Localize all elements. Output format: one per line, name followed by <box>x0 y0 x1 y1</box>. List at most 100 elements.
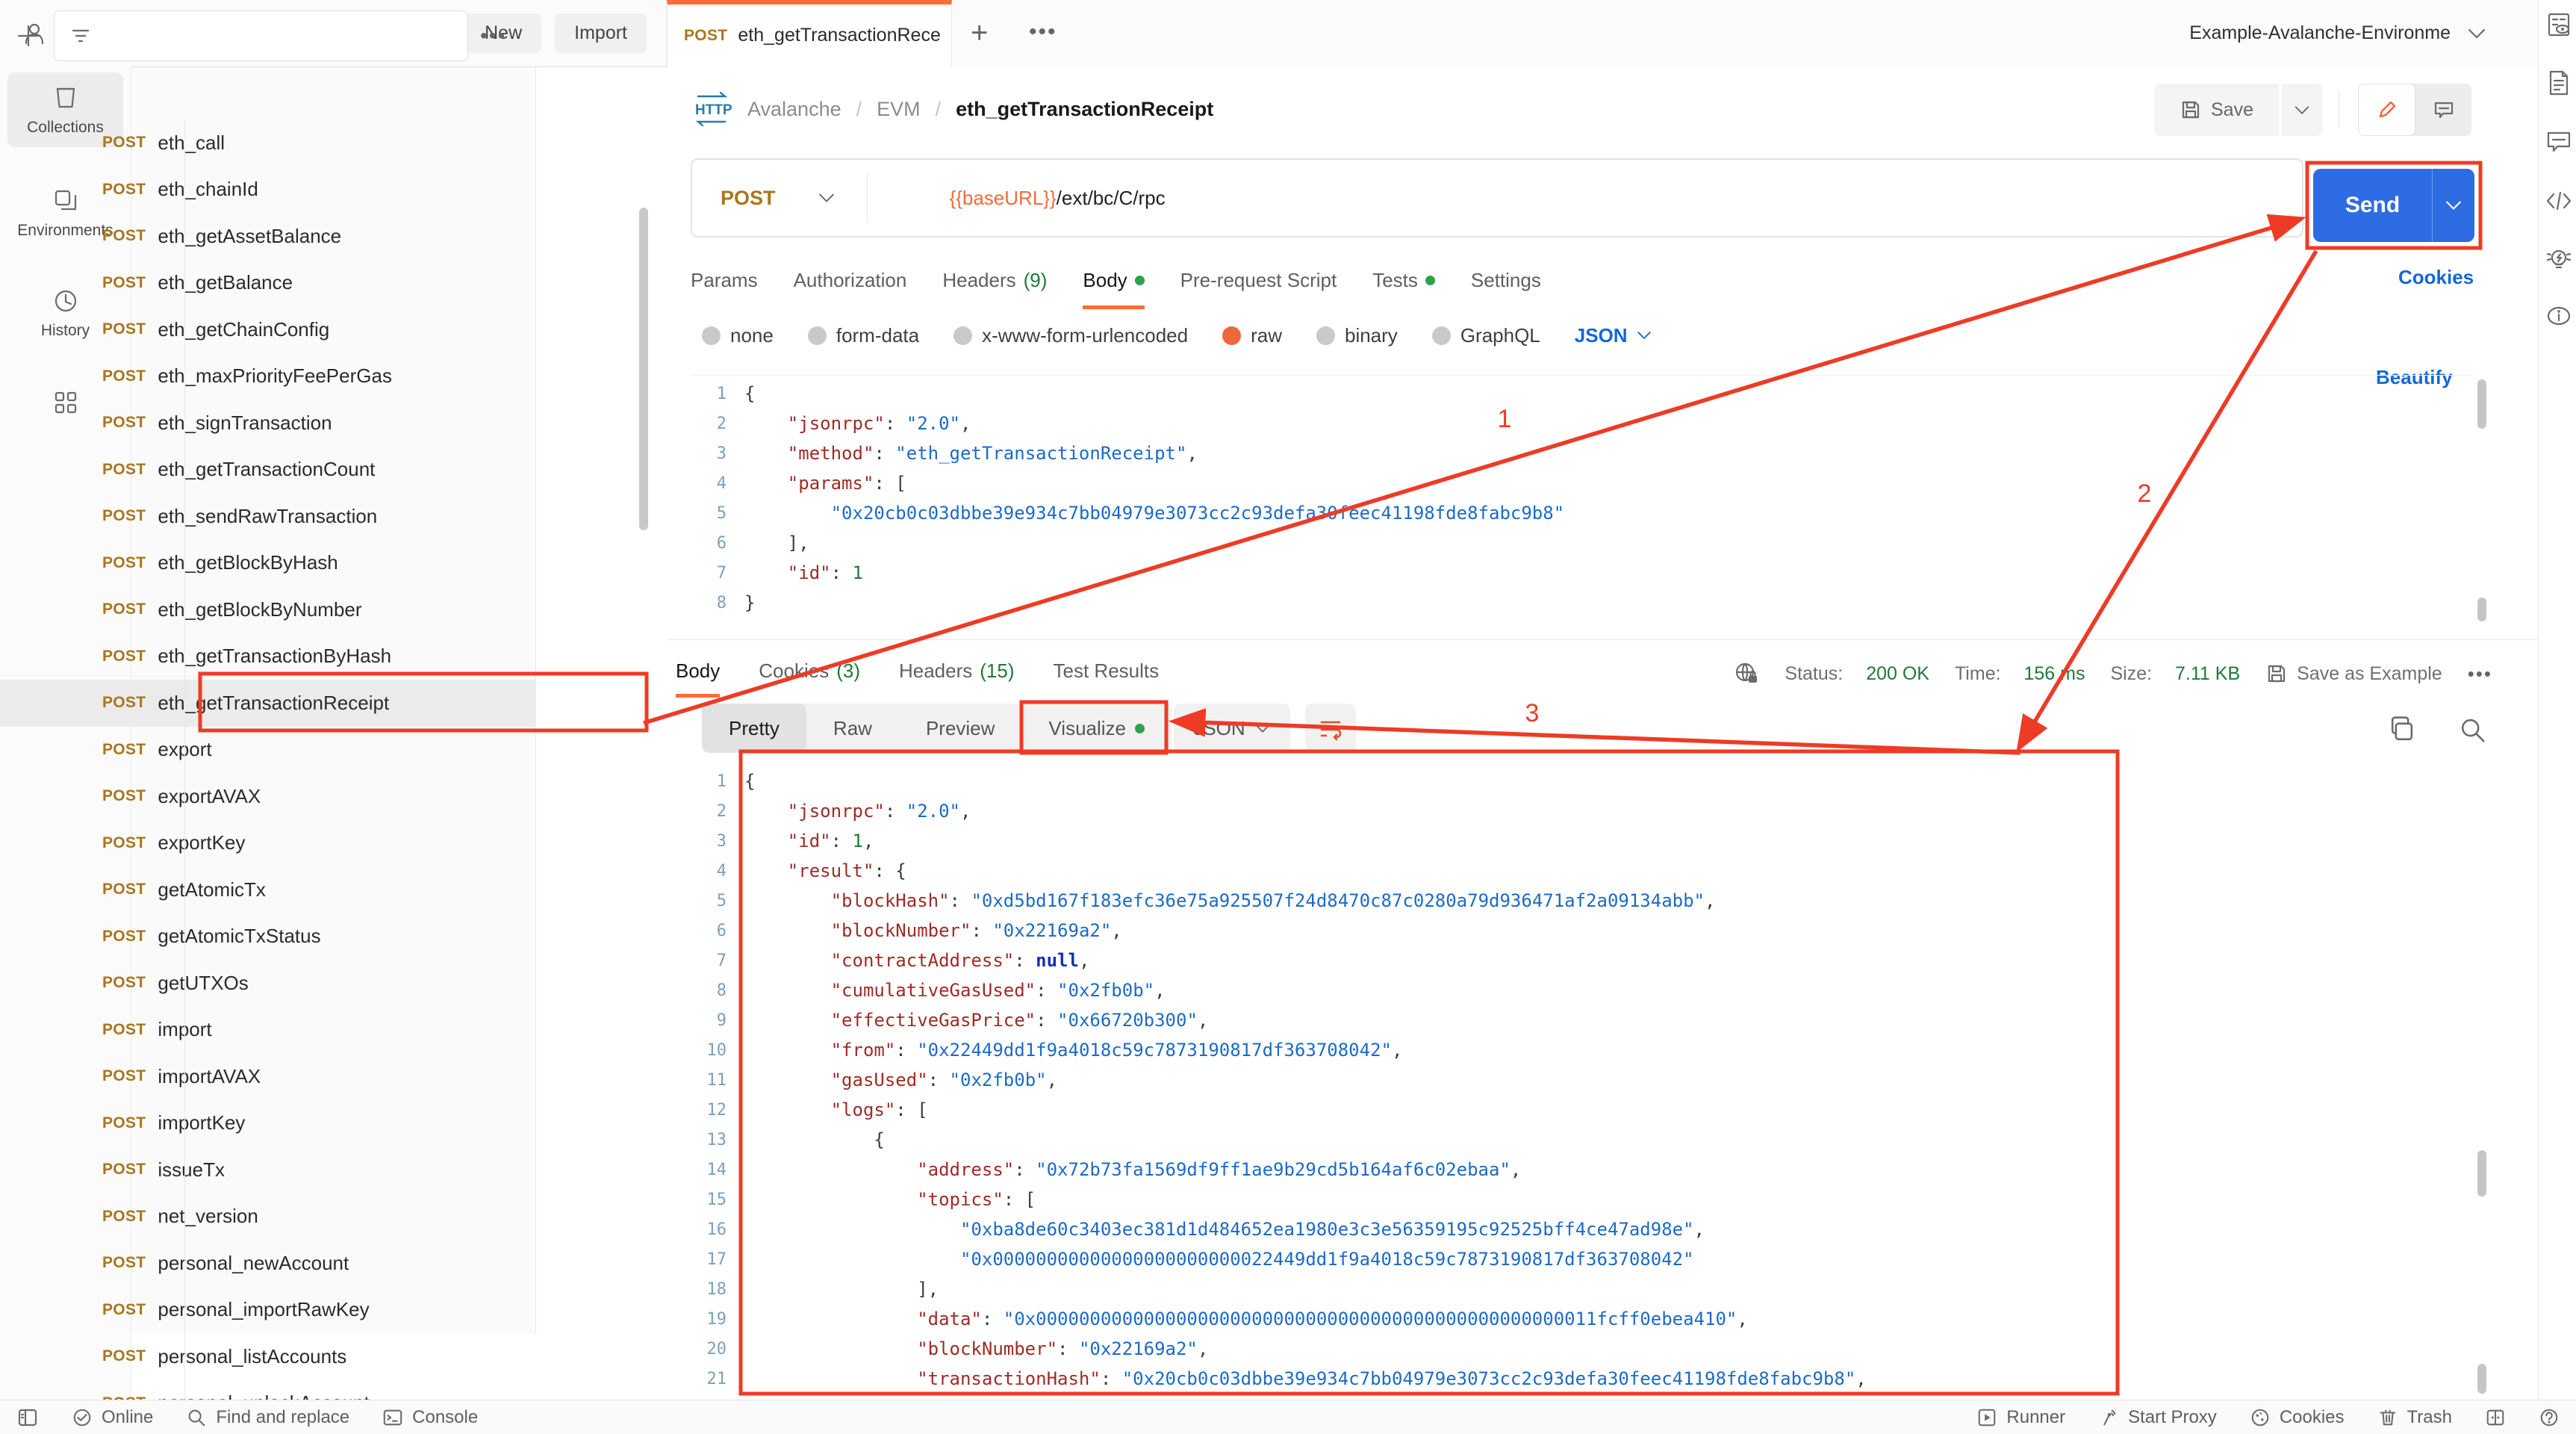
sidebar-request-net_version[interactable]: POST net_version <box>0 1194 536 1241</box>
sidebar-request-eth_getTransactionCount[interactable]: POST eth_getTransactionCount <box>0 447 536 494</box>
send-button[interactable]: Send <box>2313 169 2474 242</box>
view-tab-raw[interactable]: Raw <box>806 704 899 753</box>
request-editor-scrollbar-bottom[interactable] <box>2477 598 2486 621</box>
save-options-button[interactable] <box>2280 84 2322 136</box>
sidebar-request-exportKey[interactable]: POST exportKey <box>0 820 536 867</box>
breadcrumb-folder[interactable]: EVM <box>877 98 921 121</box>
sidebar-request-eth_getAssetBalance[interactable]: POST eth_getAssetBalance <box>0 213 536 260</box>
comments-button[interactable] <box>2415 84 2471 136</box>
collections-options-icon[interactable]: ••• <box>480 24 506 48</box>
response-tab-headers[interactable]: Headers (15) <box>899 648 1015 698</box>
sidebar-request-eth_getTransactionByHash[interactable]: POST eth_getTransactionByHash <box>0 633 536 680</box>
request-editor-scrollbar[interactable] <box>2477 379 2486 429</box>
sidebar-request-eth_getBlockByNumber[interactable]: POST eth_getBlockByNumber <box>0 586 536 633</box>
sidebar-request-import[interactable]: POST import <box>0 1007 536 1054</box>
environment-selector[interactable]: Example-Avalanche-Environme <box>2189 0 2486 66</box>
sidebar-request-importKey[interactable]: POST importKey <box>0 1100 536 1147</box>
sidebar-request-eth_getBalance[interactable]: POST eth_getBalance <box>0 260 536 307</box>
sidebar-toggle-icon[interactable] <box>16 1406 39 1429</box>
send-options-button[interactable] <box>2433 199 2474 211</box>
sidebar-request-eth_call[interactable]: POST eth_call <box>0 120 536 167</box>
sidebar-request-eth_getChainConfig[interactable]: POST eth_getChainConfig <box>0 306 536 353</box>
breadcrumb-collection[interactable]: Avalanche <box>747 98 841 121</box>
response-body-editor[interactable]: 1{2 "jsonrpc": "2.0", 3 "id": 1, 4 "result… <box>691 766 2475 1394</box>
response-tab-test-results[interactable]: Test Results <box>1054 648 1160 698</box>
cookies-link[interactable]: Cookies <box>2398 266 2474 289</box>
documentation-icon[interactable] <box>2545 69 2573 97</box>
request-tab-pre-request-script[interactable]: Pre-request Script <box>1180 255 1337 309</box>
online-status[interactable]: Online <box>72 1407 153 1428</box>
help-icon[interactable] <box>2539 1407 2560 1428</box>
sidebar-request-importAVAX[interactable]: POST importAVAX <box>0 1053 536 1100</box>
body-mode-x-www-form-urlencoded[interactable]: x-www-form-urlencoded <box>953 324 1188 347</box>
view-tab-visualize[interactable]: Visualize <box>1021 704 1172 753</box>
sidebar-request-issueTx[interactable]: POST issueTx <box>0 1146 536 1194</box>
new-tab-button[interactable]: + <box>971 16 988 50</box>
sidebar-request-personal_listAccounts[interactable]: POST personal_listAccounts <box>0 1333 536 1380</box>
url-input[interactable]: {{baseURL}}/ext/bc/C/rpc <box>950 187 1166 210</box>
comments-icon[interactable] <box>2545 127 2573 155</box>
code-icon[interactable] <box>2545 187 2573 215</box>
body-mode-form-data[interactable]: form-data <box>807 324 919 347</box>
url-bar[interactable]: POST {{baseURL}}/ext/bc/C/rpc <box>691 158 2303 238</box>
request-tab[interactable]: POST eth_getTransactionRece <box>667 0 952 66</box>
sidebar-request-eth_chainId[interactable]: POST eth_chainId <box>0 167 536 214</box>
method-selector[interactable]: POST <box>721 187 776 210</box>
import-button[interactable]: Import <box>555 13 647 53</box>
sidebar-request-personal_importRawKey[interactable]: POST personal_importRawKey <box>0 1287 536 1334</box>
two-pane-icon[interactable] <box>2485 1407 2506 1428</box>
request-tab-settings[interactable]: Settings <box>1471 255 1541 309</box>
response-options-icon[interactable]: ••• <box>2468 662 2492 686</box>
sidebar-request-eth_signTransaction[interactable]: POST eth_signTransaction <box>0 400 536 447</box>
body-mode-none[interactable]: none <box>702 324 774 347</box>
sidebar-request-getAtomicTxStatus[interactable]: POST getAtomicTxStatus <box>0 913 536 960</box>
request-tab-headers[interactable]: Headers (9) <box>942 255 1047 309</box>
body-mode-raw[interactable]: raw <box>1222 324 1282 347</box>
request-tab-tests[interactable]: Tests <box>1372 255 1435 309</box>
response-editor-scrollbar[interactable] <box>2477 1150 2486 1196</box>
pm-lightbulb-icon[interactable] <box>2545 245 2573 273</box>
save-button[interactable]: Save <box>2154 84 2279 136</box>
collections-filter-input[interactable] <box>54 10 468 61</box>
view-tab-pretty[interactable]: Pretty <box>702 704 806 753</box>
sidebar-scrollbar[interactable] <box>639 208 648 530</box>
request-language-select[interactable]: JSON <box>1575 324 1652 347</box>
find-and-replace[interactable]: Find and replace <box>186 1407 349 1428</box>
sidebar-request-eth_getTransactionReceipt[interactable]: POST eth_getTransactionReceipt <box>0 680 536 727</box>
info-icon[interactable] <box>2545 302 2573 330</box>
network-lock-icon[interactable] <box>1734 661 1759 686</box>
request-tab-body[interactable]: Body <box>1083 255 1145 309</box>
environment-quick-look-icon[interactable] <box>2545 10 2573 39</box>
breadcrumb-request-name[interactable]: eth_getTransactionReceipt <box>956 98 1213 121</box>
response-tab-body[interactable]: Body <box>676 648 721 698</box>
request-tab-params[interactable]: Params <box>691 255 758 309</box>
wrap-lines-button[interactable] <box>1305 704 1356 753</box>
request-body-editor[interactable]: 1{2 "jsonrpc": "2.0", 3 "method": "eth_ge… <box>691 375 2475 618</box>
view-tab-preview[interactable]: Preview <box>899 704 1021 753</box>
start-proxy-button[interactable]: Start Proxy <box>2098 1407 2217 1428</box>
sidebar-request-eth_maxPriorityFeePerGas[interactable]: POST eth_maxPriorityFeePerGas <box>0 353 536 400</box>
body-mode-GraphQL[interactable]: GraphQL <box>1431 324 1540 347</box>
response-tab-cookies[interactable]: Cookies (3) <box>759 648 860 698</box>
runner-button[interactable]: Runner <box>1976 1407 2065 1428</box>
request-tab-authorization[interactable]: Authorization <box>794 255 907 309</box>
copy-response-button[interactable] <box>2386 714 2418 745</box>
save-as-example-button[interactable]: Save as Example <box>2265 662 2442 685</box>
edit-mode-button[interactable] <box>2358 84 2415 136</box>
search-response-button[interactable] <box>2457 714 2488 745</box>
sidebar-request-eth_getBlockByHash[interactable]: POST eth_getBlockByHash <box>0 540 536 587</box>
response-language-select[interactable]: JSON <box>1174 704 1290 753</box>
chevron-down-icon[interactable] <box>818 192 836 204</box>
tab-options-icon[interactable]: ••• <box>1029 19 1057 45</box>
sidebar-request-export[interactable]: POST export <box>0 727 536 774</box>
response-editor-scrollbar-bottom[interactable] <box>2477 1364 2486 1394</box>
sidebar-request-getUTXOs[interactable]: POST getUTXOs <box>0 960 536 1007</box>
sidebar-request-exportAVAX[interactable]: POST exportAVAX <box>0 773 536 820</box>
cookies-button[interactable]: Cookies <box>2250 1407 2345 1428</box>
sidebar-request-getAtomicTx[interactable]: POST getAtomicTx <box>0 866 536 913</box>
console-button[interactable]: Console <box>382 1407 478 1428</box>
add-collection-button[interactable] <box>15 22 42 49</box>
body-mode-binary[interactable]: binary <box>1316 324 1398 347</box>
trash-button[interactable]: Trash <box>2377 1407 2452 1428</box>
sidebar-request-personal_newAccount[interactable]: POST personal_newAccount <box>0 1240 536 1287</box>
